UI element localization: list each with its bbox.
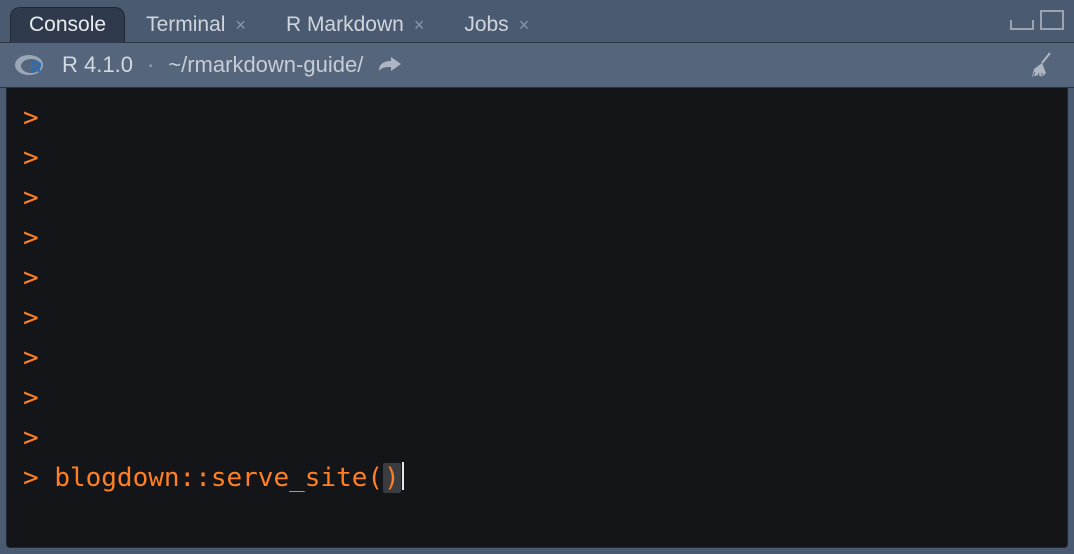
tab-console[interactable]: Console	[10, 7, 125, 43]
broom-icon[interactable]	[1030, 51, 1060, 79]
console-input-text: blogdown::serve_site(	[54, 463, 383, 493]
console-prompt-line: >	[23, 418, 1051, 458]
console-pane: Console Terminal × R Markdown × Jobs × R	[0, 0, 1074, 554]
console-prompt-line: >	[23, 178, 1051, 218]
tab-label: Console	[29, 13, 106, 37]
console-prompt-line: >	[23, 298, 1051, 338]
console-prompt-line: >	[23, 98, 1051, 138]
console-input-line[interactable]: > blogdown::serve_site()	[23, 458, 1051, 498]
r-logo-icon: R	[14, 52, 48, 78]
close-icon[interactable]: ×	[235, 16, 246, 34]
tab-label: R Markdown	[286, 13, 404, 37]
console-prompt-line: >	[23, 218, 1051, 258]
minimize-icon[interactable]	[1010, 10, 1034, 30]
svg-text:R: R	[30, 58, 42, 77]
console-prompt-line: >	[23, 338, 1051, 378]
tab-terminal[interactable]: Terminal ×	[127, 7, 265, 43]
text-cursor	[402, 462, 404, 490]
working-directory-path[interactable]: ~/rmarkdown-guide/	[168, 52, 363, 78]
tab-bar: Console Terminal × R Markdown × Jobs ×	[0, 0, 1074, 42]
close-icon[interactable]: ×	[414, 16, 425, 34]
matched-paren: )	[383, 463, 401, 493]
tab-rmarkdown[interactable]: R Markdown ×	[267, 7, 443, 43]
tab-label: Jobs	[464, 13, 508, 37]
maximize-icon[interactable]	[1040, 10, 1064, 30]
console-info-bar: R R 4.1.0 · ~/rmarkdown-guide/	[0, 42, 1074, 88]
close-icon[interactable]: ×	[519, 16, 530, 34]
tab-jobs[interactable]: Jobs ×	[445, 7, 548, 43]
console-prompt-line: >	[23, 378, 1051, 418]
console-prompt-line: >	[23, 138, 1051, 178]
console-prompt-line: >	[23, 258, 1051, 298]
separator-dot: ·	[147, 52, 154, 78]
tab-label: Terminal	[146, 13, 225, 37]
share-arrow-icon[interactable]	[377, 55, 403, 75]
r-version-label: R 4.1.0	[62, 52, 133, 78]
console-output[interactable]: >>>>>>>>>> blogdown::serve_site()	[6, 88, 1068, 548]
pane-window-controls	[1010, 10, 1064, 30]
